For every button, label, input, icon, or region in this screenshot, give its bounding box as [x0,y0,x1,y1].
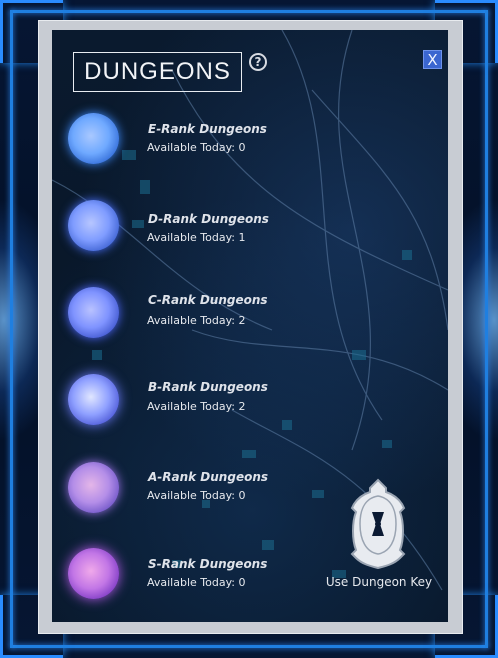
rank-name[interactable]: S-Rank Dungeons [148,557,267,571]
close-button[interactable]: X [423,50,442,69]
hud-line-left [10,10,13,648]
rank-orb-icon[interactable] [68,287,119,338]
availability-text: Available Today: 2 [147,400,246,413]
rank-orb-icon[interactable] [68,200,119,251]
rank-name[interactable]: D-Rank Dungeons [148,212,269,226]
rank-orb-icon[interactable] [68,113,119,164]
hud-line-right [485,10,488,648]
dungeon-key-icon[interactable] [348,478,408,570]
rank-name[interactable]: E-Rank Dungeons [148,122,267,136]
rank-name[interactable]: C-Rank Dungeons [148,293,268,307]
rank-name[interactable]: A-Rank Dungeons [148,470,268,484]
availability-text: Available Today: 1 [147,231,246,244]
availability-text: Available Today: 0 [147,489,246,502]
rank-name[interactable]: B-Rank Dungeons [148,380,268,394]
use-dungeon-key-label[interactable]: Use Dungeon Key [318,575,440,589]
dungeon-row-s[interactable]: S-Rank Dungeons Available Today: 0 [0,0,330,599]
availability-text: Available Today: 0 [147,576,246,589]
rank-orb-icon[interactable] [68,462,119,513]
rank-orb-icon[interactable] [68,374,119,425]
hud-line-bottom [10,645,488,648]
availability-text: Available Today: 2 [147,314,246,327]
rank-orb-icon[interactable] [68,548,119,599]
availability-text: Available Today: 0 [147,141,246,154]
